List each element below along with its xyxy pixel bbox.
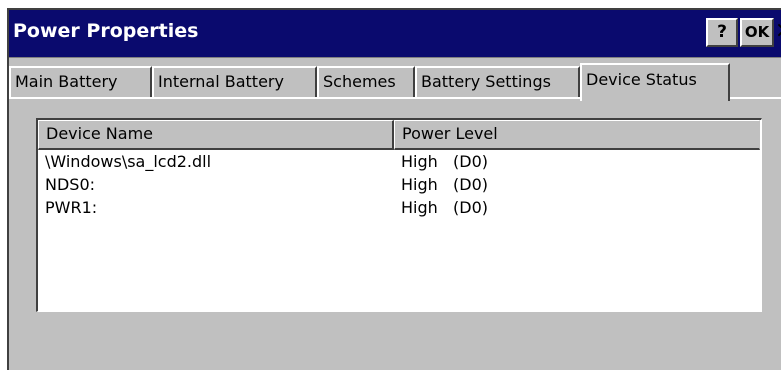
device-list-header: Device Name Power Level <box>38 120 760 150</box>
tab-device-status[interactable]: Device Status <box>580 63 730 101</box>
tab-internal-battery[interactable]: Internal Battery <box>152 66 317 97</box>
power-level-cell: High (D0) <box>401 198 489 217</box>
column-header-power-level[interactable]: Power Level <box>394 120 760 150</box>
power-properties-window: Power Properties ? OK × Main Battery Int… <box>7 8 781 370</box>
window-title: Power Properties <box>13 20 199 42</box>
tab-schemes[interactable]: Schemes <box>317 66 415 97</box>
help-button[interactable]: ? <box>706 18 738 47</box>
title-bar[interactable]: Power Properties ? OK × <box>9 10 781 58</box>
column-header-device-name[interactable]: Device Name <box>38 120 394 150</box>
table-row[interactable]: \Windows\sa_lcd2.dll High (D0) <box>38 151 760 174</box>
table-row[interactable]: PWR1: High (D0) <box>38 197 760 220</box>
power-level-cell: High (D0) <box>401 152 489 171</box>
device-name-cell: \Windows\sa_lcd2.dll <box>45 152 212 171</box>
power-level-cell: High (D0) <box>401 175 489 194</box>
tab-main-battery[interactable]: Main Battery <box>9 66 152 97</box>
ok-button[interactable]: OK <box>740 18 774 47</box>
device-rows: \Windows\sa_lcd2.dll High (D0) NDS0: Hig… <box>38 151 760 220</box>
device-name-cell: PWR1: <box>45 198 98 217</box>
table-row[interactable]: NDS0: High (D0) <box>38 174 760 197</box>
close-button[interactable]: × <box>774 18 781 47</box>
device-list[interactable]: Device Name Power Level \Windows\sa_lcd2… <box>36 118 762 312</box>
tab-strip: Main Battery Internal Battery Schemes Ba… <box>9 63 781 101</box>
tab-battery-settings[interactable]: Battery Settings <box>415 66 580 97</box>
device-name-cell: NDS0: <box>45 175 96 194</box>
